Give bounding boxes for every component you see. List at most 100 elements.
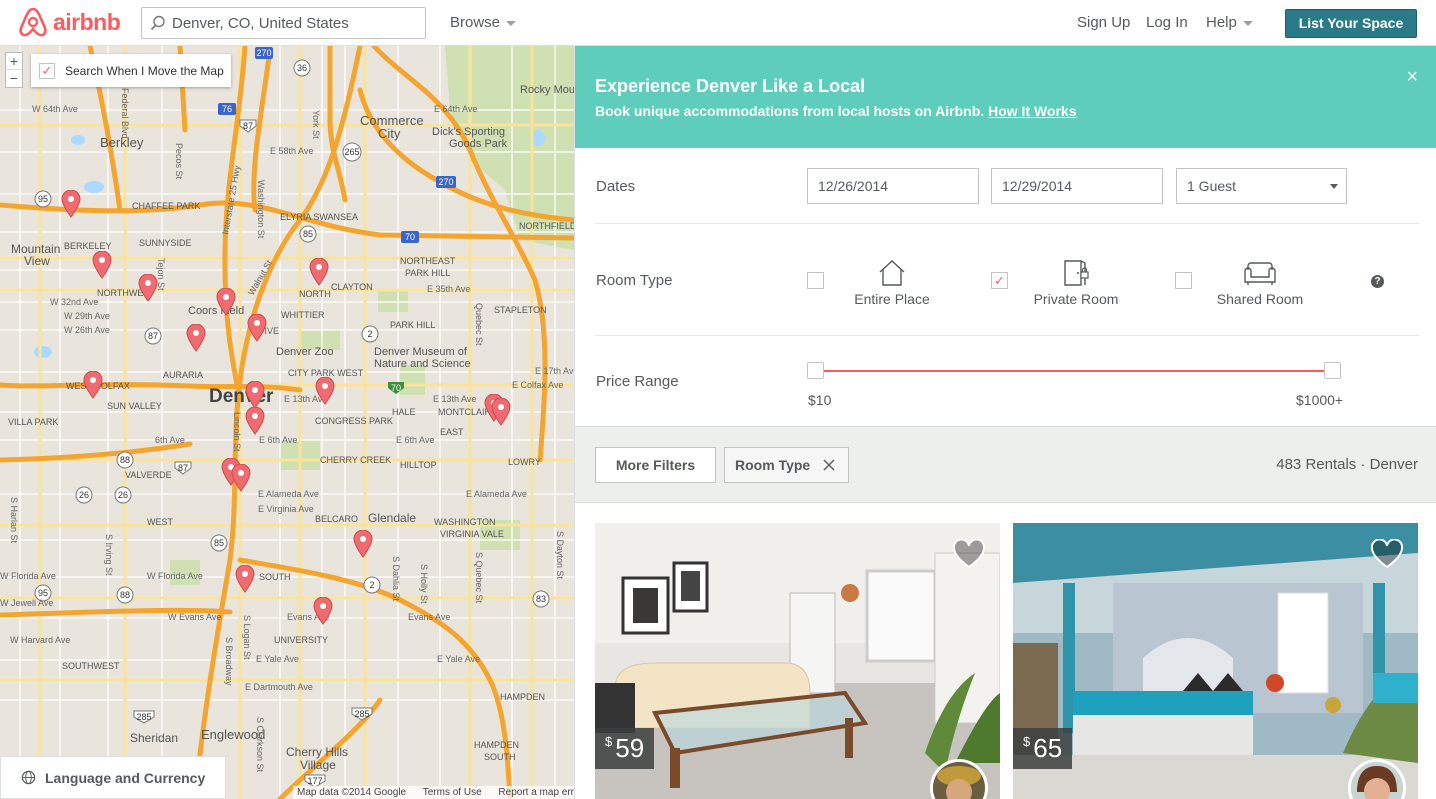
shared-room-label: Shared Room: [1216, 291, 1304, 307]
street-label: E Dartmouth Ave: [245, 682, 313, 692]
how-it-works-link[interactable]: How It Works: [988, 103, 1076, 119]
map-label: ELYRIA SWANSEA: [280, 212, 358, 222]
chevron-down-icon: [1242, 20, 1253, 26]
map-label: CLAYTON: [331, 282, 373, 292]
map-pin-icon[interactable]: [83, 371, 103, 399]
list-your-space-button[interactable]: List Your Space: [1285, 9, 1417, 38]
route-badge: 285: [354, 709, 369, 719]
map-pin-icon[interactable]: [186, 324, 206, 352]
map-pin-icon[interactable]: [245, 381, 265, 409]
zoom-controls: + −: [5, 52, 23, 88]
guests-select[interactable]: 1 Guest: [1176, 168, 1347, 204]
welcome-banner: Experience Denver Like a Local Book uniq…: [575, 46, 1436, 148]
map-label: HAMPDEN: [500, 692, 545, 702]
street-label: S Dayton St: [555, 531, 565, 580]
listing-card[interactable]: $59: [595, 523, 1000, 799]
room-type-label: Room Type: [596, 272, 673, 289]
map-pin-icon[interactable]: [309, 258, 329, 286]
map-label: Sheridan: [130, 731, 178, 745]
street-label: E 35th Ave: [427, 284, 470, 294]
close-icon[interactable]: ×: [1406, 66, 1418, 89]
help-label: Help: [1206, 14, 1237, 31]
host-photo: [933, 762, 985, 799]
listing-photo[interactable]: [595, 523, 1000, 799]
entire-place-option[interactable]: Entire Place: [832, 258, 952, 307]
map-canvas[interactable]: 270 36 76 87 265 270 95 85 70 2 87 70 88…: [0, 46, 574, 799]
search-when-move-checkbox[interactable]: ✓: [39, 62, 55, 79]
map-pin-icon[interactable]: [315, 377, 335, 405]
route-badge: 88: [120, 590, 130, 600]
route-badge: 87: [178, 463, 188, 473]
price-slider-track[interactable]: [807, 362, 1341, 379]
map-panel[interactable]: 270 36 76 87 265 270 95 85 70 2 87 70 88…: [0, 46, 574, 799]
sign-up-link[interactable]: Sign Up: [1077, 14, 1130, 31]
terms-of-use-link[interactable]: Terms of Use: [423, 787, 482, 798]
language-currency-button[interactable]: Language and Currency: [0, 756, 226, 799]
map-label: NORTHWE: [97, 288, 143, 298]
route-badge: 70: [391, 383, 401, 393]
listing-photo[interactable]: [1013, 523, 1418, 799]
map-label: HALE: [392, 407, 416, 417]
zoom-out-button[interactable]: −: [6, 70, 22, 87]
map-pin-icon[interactable]: [491, 398, 511, 426]
active-filter-tag[interactable]: Room Type: [724, 447, 849, 483]
route-badge: 85: [303, 229, 313, 239]
location-search-input[interactable]: [172, 14, 412, 32]
more-filters-button[interactable]: More Filters: [595, 447, 716, 483]
help-icon[interactable]: ?: [1371, 275, 1384, 288]
shared-room-checkbox[interactable]: [1175, 272, 1192, 289]
checkin-input[interactable]: 12/26/2014: [807, 168, 979, 204]
map-pin-icon[interactable]: [92, 251, 112, 279]
zoom-in-button[interactable]: +: [6, 53, 22, 70]
entire-place-checkbox[interactable]: [807, 272, 824, 289]
location-search-box[interactable]: [141, 7, 426, 39]
map-pin-icon[interactable]: [235, 565, 255, 593]
currency-symbol: $: [605, 734, 613, 749]
airbnb-logo[interactable]: airbnb: [18, 6, 121, 38]
map-label: SOUTHWEST: [62, 661, 120, 671]
map-label: Dick's Sporting: [432, 126, 505, 138]
listing-price: 65: [1033, 733, 1063, 763]
browse-dropdown[interactable]: Browse: [450, 14, 517, 31]
map-label: HAMPDEN: [474, 740, 519, 750]
banner-title: Experience Denver Like a Local: [595, 76, 866, 96]
map-pin-icon[interactable]: [216, 288, 236, 316]
map-pin-icon[interactable]: [231, 464, 251, 492]
map-pin-icon[interactable]: [353, 530, 373, 558]
log-in-link[interactable]: Log In: [1146, 14, 1188, 31]
heart-icon[interactable]: [1370, 539, 1404, 569]
private-room-checkbox[interactable]: ✓: [991, 272, 1008, 289]
airbnb-belo-icon: [19, 7, 47, 37]
map-pin-icon[interactable]: [138, 274, 158, 302]
map-pin-icon[interactable]: [247, 314, 267, 342]
help-dropdown[interactable]: Help: [1206, 14, 1253, 31]
currency-symbol: $: [1023, 734, 1031, 749]
heart-icon[interactable]: [952, 539, 986, 569]
street-label: S Broadway: [224, 637, 234, 686]
listing-card[interactable]: $65: [1013, 523, 1418, 799]
map-pin-icon[interactable]: [245, 407, 265, 435]
chevron-down-icon: [1330, 184, 1338, 189]
map-label: STAPLETON: [494, 305, 547, 315]
map-pin-icon[interactable]: [61, 190, 81, 218]
street-label: Lincoln St: [232, 412, 242, 452]
map-label: UNIVERSITY: [274, 635, 328, 645]
map-pin-icon[interactable]: [313, 597, 333, 625]
shared-room-option[interactable]: Shared Room: [1200, 258, 1320, 307]
close-icon[interactable]: [823, 459, 835, 471]
map-label: VALVERDE: [125, 470, 172, 480]
map-label: BELCARO: [315, 514, 358, 524]
route-badge: 26: [118, 490, 128, 500]
street-label: W Florida Ave: [147, 571, 203, 581]
price-max-handle[interactable]: [1324, 362, 1341, 379]
price-min-handle[interactable]: [807, 362, 824, 379]
private-room-option[interactable]: Private Room: [1016, 258, 1136, 307]
search-when-move-map-control[interactable]: ✓ Search When I Move the Map: [31, 54, 231, 87]
street-label: S Clarkson St: [255, 717, 265, 773]
route-badge: 88: [120, 455, 130, 465]
map-label: SUNNYSIDE: [139, 238, 192, 248]
map-label: LOWRY: [508, 457, 541, 467]
checkout-input[interactable]: 12/29/2014: [991, 168, 1163, 204]
listing-price: 59: [615, 733, 645, 763]
report-map-error-link[interactable]: Report a map error: [498, 787, 574, 798]
